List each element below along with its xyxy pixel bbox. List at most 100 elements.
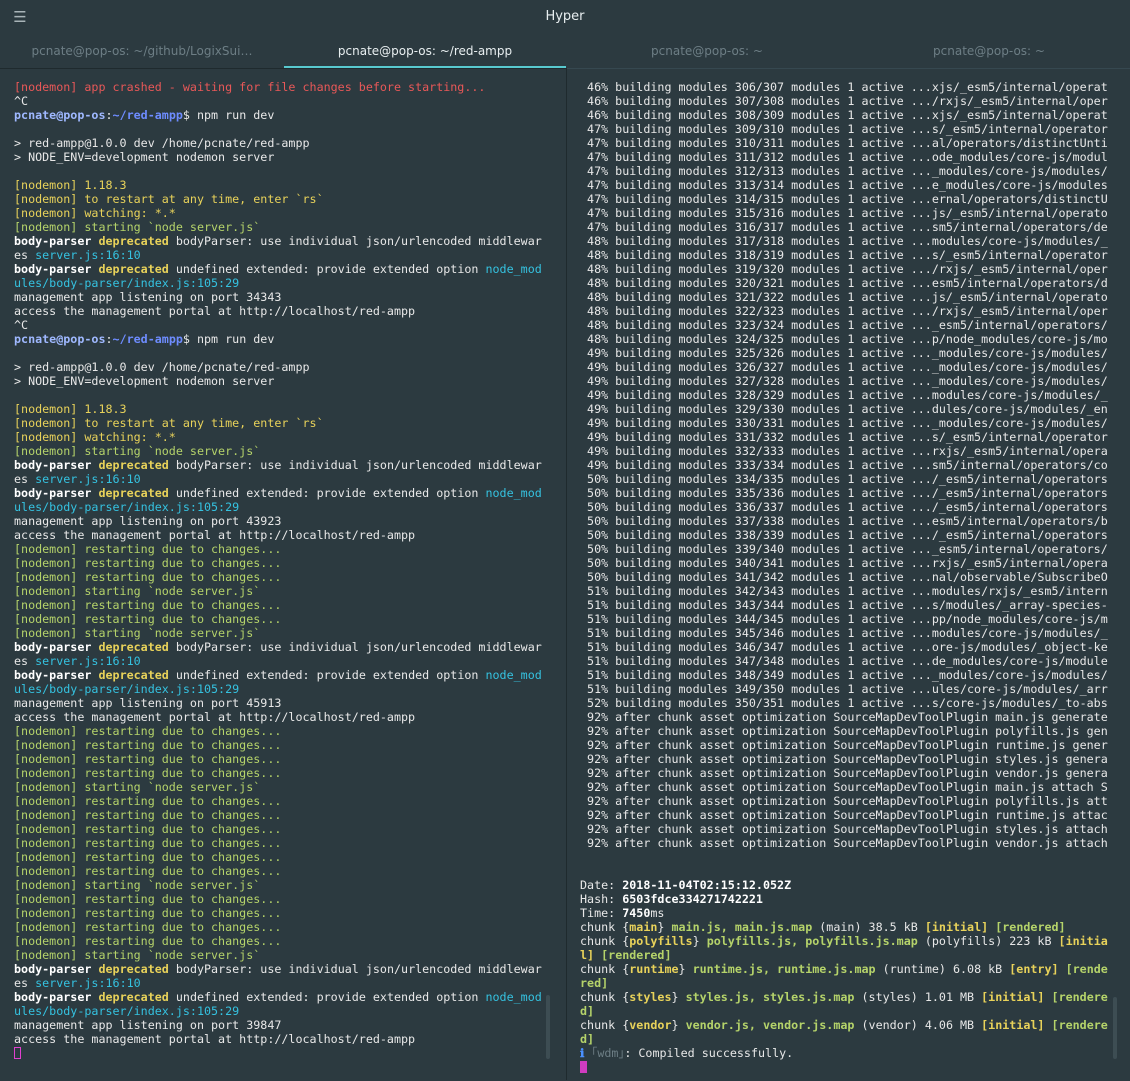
terminal-text: 48% building modules 318/319 modules 1 a… [580,248,1108,262]
terminal-text: 92% after chunk asset optimization Sourc… [580,794,1108,808]
terminal-line: 51% building modules 347/348 modules 1 a… [580,654,1108,668]
right-scrollbar[interactable] [1113,997,1117,1059]
terminal-text: vendor [629,1018,672,1032]
terminal-text: 48% building modules 317/318 modules 1 a… [580,234,1108,248]
terminal-line: 92% after chunk asset optimization Sourc… [580,752,1108,766]
terminal-cursor [580,1061,587,1073]
tab-red-ampp[interactable]: pcnate@pop-os: ~/red-ampp [284,34,566,68]
terminal-text: deprecated [98,668,169,682]
terminal-line: es server.js:16:10 [14,472,542,486]
terminal-line: 92% after chunk asset optimization Sourc… [580,710,1108,724]
terminal-line: [nodemon] restarting due to changes... [14,570,542,584]
left-terminal-output: [nodemon] app crashed - waiting for file… [14,80,542,1060]
terminal-text: body-parser [14,486,92,500]
terminal-text: 49% building modules 330/331 modules 1 a… [580,416,1108,430]
terminal-text: } [671,990,686,1004]
terminal-text: 49% building modules 325/326 modules 1 a… [580,346,1108,360]
terminal-line: > red-ampp@1.0.0 dev /home/pcnate/red-am… [14,136,542,150]
terminal-text: body-parser [14,668,92,682]
terminal-text: [nodemon] restarting due to changes... [14,752,282,766]
terminal-text: Hash: [580,892,623,906]
terminal-line: [nodemon] restarting due to changes... [14,766,542,780]
tab-home-2[interactable]: pcnate@pop-os: ~ [848,34,1130,68]
terminal-line: management app listening on port 43923 [14,514,542,528]
terminal-text: main.js, main.js.map [671,920,813,934]
terminal-line: 48% building modules 321/322 modules 1 a… [580,290,1108,304]
terminal-text: 92% after chunk asset optimization Sourc… [580,808,1108,822]
terminal-text: 47% building modules 312/313 modules 1 a… [580,164,1108,178]
terminal-text: 51% building modules 349/350 modules 1 a… [580,682,1108,696]
terminal-line: > NODE_ENV=development nodemon server [14,150,542,164]
terminal-text: body-parser [14,262,92,276]
terminal-text: pcnate@pop-os [14,108,106,122]
terminal-line: [nodemon] starting `node server.js` [14,948,542,962]
tab-logixsui[interactable]: pcnate@pop-os: ~/github/LogixSui… [0,34,284,68]
terminal-text: runtime [629,962,679,976]
terminal-text: deprecated [98,234,169,248]
terminal-line: access the management portal at http://l… [14,710,542,724]
terminal-text: [initial] [981,1018,1045,1032]
terminal-text: (vendor) 4.06 MB [854,1018,982,1032]
terminal-line: body-parser deprecated bodyParser: use i… [14,234,542,248]
terminal-text: body-parser [14,234,92,248]
terminal-text: [nodemon] restarting due to changes... [14,808,282,822]
terminal-text: bodyParser: use individual json/urlencod… [168,458,542,472]
terminal-text: body-parser [14,640,92,654]
terminal-text: undefined extended: provide extended opt… [168,486,486,500]
terminal-line: 92% after chunk asset optimization Sourc… [580,822,1108,836]
terminal-line: 48% building modules 318/319 modules 1 a… [580,248,1108,262]
terminal-line: 51% building modules 345/346 modules 1 a… [580,626,1108,640]
terminal-line: 51% building modules 343/344 modules 1 a… [580,598,1108,612]
terminal-line: ules/body-parser/index.js:105:29 [14,500,542,514]
terminal-line: body-parser deprecated undefined extende… [14,668,542,682]
terminal-line: 51% building modules 348/349 modules 1 a… [580,668,1108,682]
terminal-text: } [678,962,693,976]
terminal-text: 48% building modules 321/322 modules 1 a… [580,290,1108,304]
terminal-text: 48% building modules 324/325 modules 1 a… [580,332,1108,346]
terminal-line: pcnate@pop-os:~/red-ampp$ npm run dev [14,332,542,346]
terminal-text: 46% building modules 306/307 modules 1 a… [580,80,1108,94]
terminal-line: 49% building modules 327/328 modules 1 a… [580,374,1108,388]
terminal-line: [nodemon] restarting due to changes... [14,556,542,570]
terminal-text: undefined extended: provide extended opt… [168,990,486,1004]
left-scrollbar[interactable] [546,995,550,1059]
terminal-text: pcnate@pop-os [14,332,106,346]
terminal-line: 47% building modules 311/312 modules 1 a… [580,150,1108,164]
terminal-line: 47% building modules 309/310 modules 1 a… [580,122,1108,136]
terminal-line: [nodemon] app crashed - waiting for file… [14,80,542,94]
terminal-text: 50% building modules 334/335 modules 1 a… [580,472,1108,486]
terminal-text: chunk { [580,990,630,1004]
terminal-text: bodyParser: use individual json/urlencod… [168,234,542,248]
tab-home-1[interactable]: pcnate@pop-os: ~ [566,34,848,68]
terminal-line: [nodemon] watching: *.* [14,206,542,220]
terminal-line: chunk {styles} styles.js, styles.js.map … [580,990,1108,1004]
terminal-line: [nodemon] 1.18.3 [14,402,542,416]
terminal-line: 50% building modules 335/336 modules 1 a… [580,486,1108,500]
terminal-text: ms [650,906,665,920]
terminal-text: [initial] [924,920,989,934]
terminal-line: management app listening on port 34343 [14,290,542,304]
terminal-line: 46% building modules 307/308 modules 1 a… [580,94,1108,108]
terminal-text: deprecated [98,458,169,472]
terminal-line: 47% building modules 310/311 modules 1 a… [580,136,1108,150]
terminal-text: chunk { [580,934,630,948]
terminal-text: d] [580,1004,595,1018]
terminal-text: ules/body-parser/index.js:105:29 [14,276,240,290]
terminal-line: 92% after chunk asset optimization Sourc… [580,780,1108,794]
terminal-line: management app listening on port 39847 [14,1018,542,1032]
terminal-text: 48% building modules 323/324 modules 1 a… [580,318,1108,332]
terminal-text: 6503fdce334271742221 [622,892,763,906]
terminal-line: ules/body-parser/index.js:105:29 [14,682,542,696]
terminal-line: [nodemon] starting `node server.js` [14,584,542,598]
terminal-text: 47% building modules 310/311 modules 1 a… [580,136,1108,150]
terminal-line: 92% after chunk asset optimization Sourc… [580,836,1108,850]
terminal-text: access the management portal at http://l… [14,528,416,542]
terminal-text: 51% building modules 347/348 modules 1 a… [580,654,1108,668]
terminal-line: l] [rendered] [580,948,1108,962]
terminal-line: red] [580,976,1108,990]
terminal-text: [nodemon] starting `node server.js` [14,948,261,962]
terminal-line: 50% building modules 340/341 modules 1 a… [580,556,1108,570]
terminal-text: 92% after chunk asset optimization Sourc… [580,724,1108,738]
